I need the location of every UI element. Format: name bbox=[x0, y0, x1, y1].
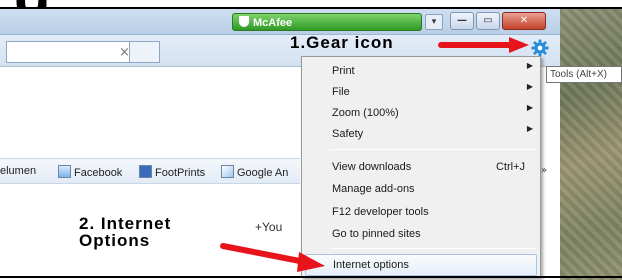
mcafee-shield-icon bbox=[239, 16, 249, 27]
menu-item-f12-developer-tools[interactable]: F12 developer tools bbox=[332, 202, 537, 222]
gear-icon[interactable] bbox=[531, 39, 549, 57]
favorites-bar: elumen Facebook FootPrints Google An bbox=[0, 158, 300, 184]
annotation-step-2: 2. Internet Options bbox=[79, 214, 172, 250]
mcafee-label: McAfee bbox=[253, 17, 293, 29]
maximize-icon: ▭ bbox=[483, 15, 493, 26]
arrow-to-gear-icon bbox=[438, 37, 529, 53]
menu-item-view-downloads[interactable]: View downloads Ctrl+J bbox=[332, 157, 537, 177]
minimize-button[interactable]: — bbox=[450, 12, 474, 30]
desktop-background bbox=[560, 9, 622, 280]
new-tab-stub[interactable] bbox=[130, 41, 160, 63]
menu-item-file[interactable]: File ▶ bbox=[332, 82, 537, 102]
favorite-link-google-analytics[interactable]: Google An bbox=[221, 165, 288, 179]
arrow-to-internet-options-icon bbox=[220, 243, 325, 272]
bottom-rule bbox=[0, 276, 622, 278]
favorites-overflow-icon[interactable]: » bbox=[541, 165, 547, 176]
menu-separator bbox=[330, 248, 536, 249]
menu-item-safety[interactable]: Safety ▶ bbox=[332, 124, 537, 144]
menu-item-zoom[interactable]: Zoom (100%) ▶ bbox=[332, 103, 537, 123]
annotation-step-1: 1.Gear icon bbox=[290, 33, 394, 52]
footprints-icon bbox=[139, 165, 152, 178]
title-bar: McAfee ▾ — ▭ ✕ bbox=[0, 9, 560, 35]
chevron-down-icon[interactable]: ▾ bbox=[425, 14, 443, 30]
shortcut-label: Ctrl+J bbox=[495, 161, 525, 173]
tools-menu: Print ▶ File ▶ Zoom (100%) ▶ Safety ▶ Vi… bbox=[301, 56, 541, 278]
minimize-icon: — bbox=[457, 15, 467, 26]
gear-tooltip: Tools (Alt+X) bbox=[546, 66, 622, 83]
address-input[interactable]: × bbox=[6, 41, 130, 63]
menu-separator bbox=[330, 149, 536, 150]
menu-item-manage-add-ons[interactable]: Manage add-ons bbox=[332, 179, 537, 199]
menu-item-internet-options[interactable]: Internet options bbox=[305, 254, 537, 276]
submenu-arrow-icon: ▶ bbox=[526, 103, 533, 112]
submenu-arrow-icon: ▶ bbox=[526, 82, 533, 91]
favorite-link-footprints[interactable]: FootPrints bbox=[139, 165, 205, 179]
menu-item-go-to-pinned-sites[interactable]: Go to pinned sites bbox=[332, 224, 537, 244]
close-window-button[interactable]: ✕ bbox=[502, 12, 546, 30]
close-icon: ✕ bbox=[519, 15, 529, 26]
chart-icon bbox=[221, 165, 234, 178]
favorite-link-elumen[interactable]: elumen bbox=[0, 165, 36, 177]
menu-item-print[interactable]: Print ▶ bbox=[332, 61, 537, 81]
plus-you-link[interactable]: +You bbox=[255, 220, 282, 234]
favorite-link-facebook[interactable]: Facebook bbox=[58, 165, 122, 179]
submenu-arrow-icon: ▶ bbox=[526, 61, 533, 70]
mcafee-toolbar[interactable]: McAfee bbox=[232, 13, 422, 31]
ie-page-icon bbox=[58, 165, 71, 178]
close-tab-icon[interactable]: × bbox=[119, 45, 130, 60]
submenu-arrow-icon: ▶ bbox=[526, 124, 533, 133]
page-content bbox=[0, 67, 300, 167]
maximize-button[interactable]: ▭ bbox=[476, 12, 500, 30]
